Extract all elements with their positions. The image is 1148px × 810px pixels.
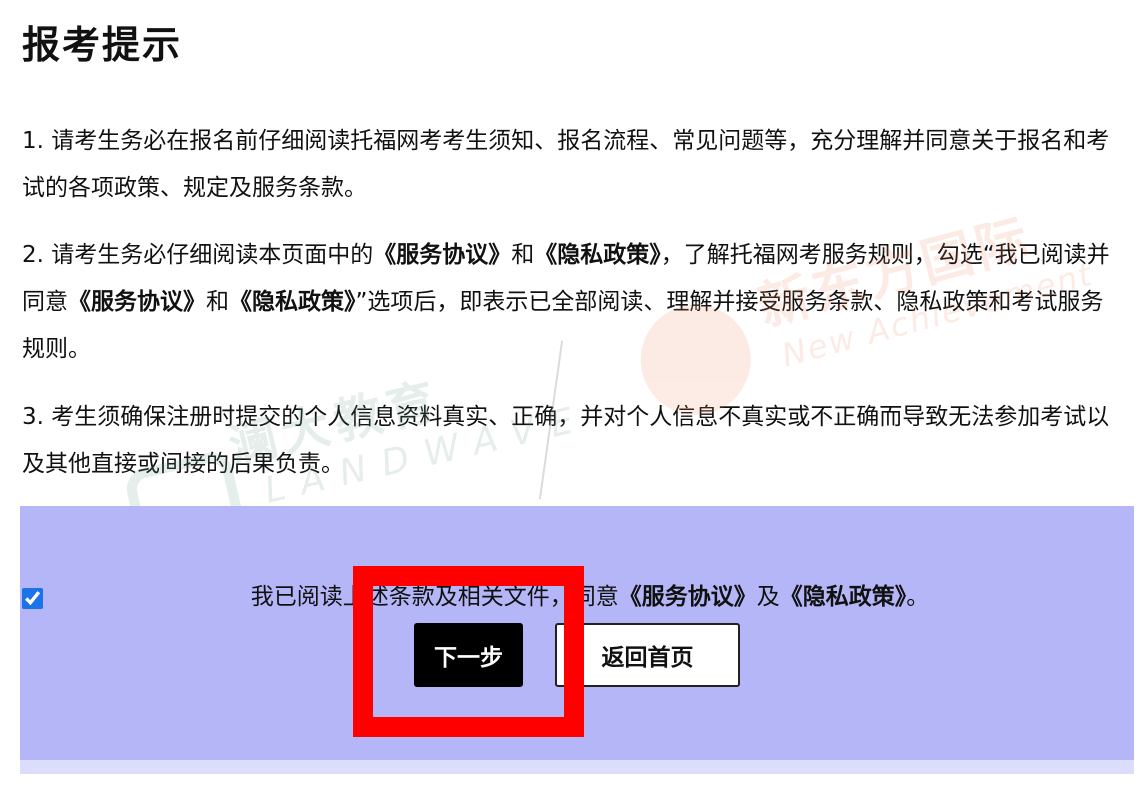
page-title: 报考提示 <box>22 23 183 67</box>
notice-item-2: 2. 请考生务必仔细阅读本页面中的《服务协议》和《隐私政策》，了解托福网考服务规… <box>22 232 1122 373</box>
service-agreement-ref-2: 《服务协议》 <box>68 289 206 315</box>
service-agreement-ref: 《服务协议》 <box>373 242 512 268</box>
service-agreement-link[interactable]: 《服务协议》 <box>619 584 757 610</box>
notice-item-2-text: 2. 请考生务必仔细阅读本页面中的 <box>22 242 374 268</box>
agreement-period: 。 <box>906 584 930 610</box>
exam-notice-page: 报考提示 1. 请考生务必在报名前仔细阅读托福网考考生须知、报名流程、常见问题等… <box>0 0 1148 810</box>
agreement-panel-footer <box>20 760 1134 774</box>
privacy-policy-ref-2: 《隐私政策》 <box>229 289 356 315</box>
notice-item-2-and-2: 和 <box>206 289 229 315</box>
privacy-policy-link[interactable]: 《隐私政策》 <box>780 584 907 610</box>
notice-item-2-and: 和 <box>511 242 535 268</box>
notice-item-1: 1. 请考生务必在报名前仔细阅读托福网考考生须知、报名流程、常见问题等，充分理解… <box>22 128 1110 201</box>
privacy-policy-ref: 《隐私政策》 <box>534 242 661 268</box>
back-to-home-label: 返回首页 <box>601 645 694 671</box>
highlight-annotation-box <box>353 566 584 737</box>
notice-item-3: 3. 考生须确保注册时提交的个人信息资料真实、正确，并对个人信息不真实或不正确而… <box>22 404 1110 477</box>
agreement-and: 及 <box>756 584 780 610</box>
